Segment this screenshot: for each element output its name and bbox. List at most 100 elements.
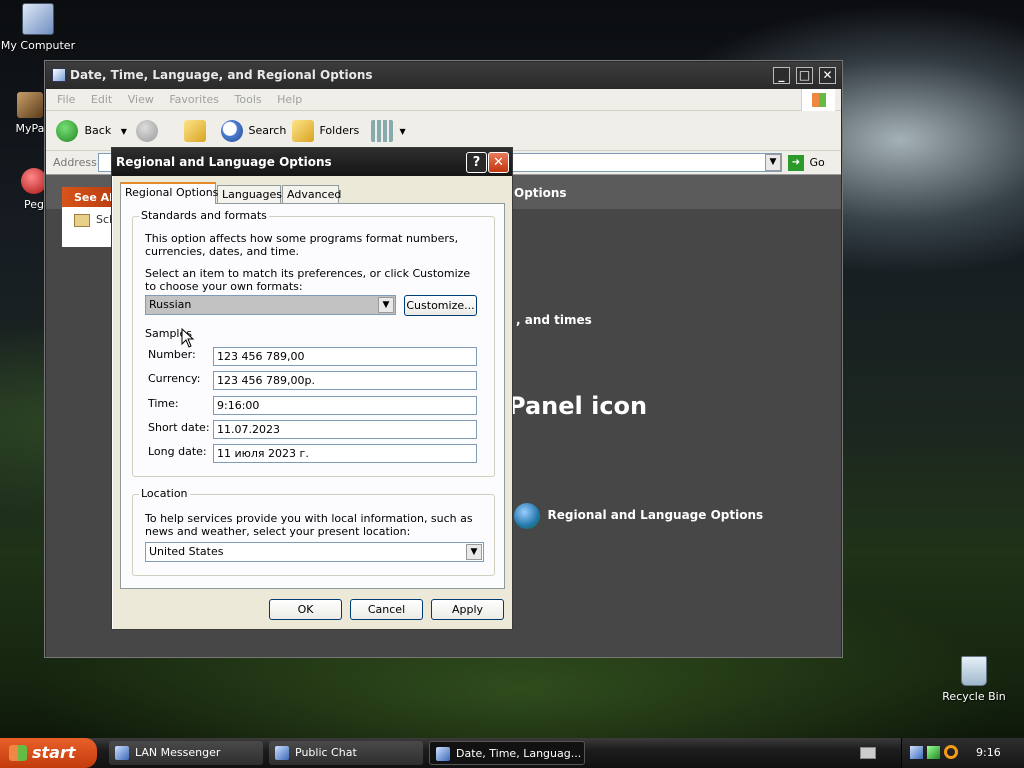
sample-short-date-field: 11.07.2023 [213, 420, 477, 439]
search-label: Search [248, 124, 287, 137]
regional-options-panel: Standards and formats This option affect… [120, 203, 505, 589]
taskbar-item-label: Public Chat [295, 746, 357, 759]
dialog-title-bar[interactable]: Regional and Language Options ? ✕ [112, 148, 512, 176]
chevron-down-icon: ▼ [399, 127, 406, 136]
regional-options-link[interactable]: Regional and Language Options [514, 501, 763, 529]
taskbar-item-label: Date, Time, Languag... [456, 747, 582, 760]
sample-time-label: Time: [148, 397, 179, 410]
format-select[interactable]: Russian ▼ [145, 295, 396, 315]
sample-short-date-label: Short date: [148, 421, 210, 434]
close-window-button[interactable]: ✕ [819, 67, 836, 84]
recycle-tray-icon[interactable] [927, 746, 940, 759]
back-button[interactable]: Back ▼ [56, 119, 127, 143]
panel-icon-heading: Panel icon [508, 392, 648, 420]
taskbar-item-public-chat[interactable]: Public Chat [269, 741, 423, 765]
category-header-text: Options [514, 186, 567, 200]
views-button[interactable]: ▼ [371, 119, 406, 143]
control-panel-icon [52, 68, 66, 82]
network-tray-icon[interactable] [910, 746, 923, 759]
location-group: Location To help services provide you wi… [132, 487, 495, 576]
up-folder-button[interactable] [184, 119, 206, 143]
folders-icon [292, 120, 314, 142]
dialog-title: Regional and Language Options [116, 155, 332, 169]
address-dropdown-icon[interactable]: ▼ [765, 154, 781, 171]
sample-long-date-field: 11 июля 2023 г. [213, 444, 477, 463]
menu-favorites[interactable]: Favorites [163, 89, 225, 106]
customize-button[interactable]: Customize... [404, 295, 477, 316]
minimize-button[interactable]: _ [773, 67, 790, 84]
chevron-down-icon[interactable]: ▼ [466, 544, 482, 560]
location-label: Location [139, 487, 190, 500]
task-link[interactable]: , and times [516, 313, 592, 327]
chevron-down-icon: ▼ [120, 127, 127, 136]
mouse-cursor-icon [181, 328, 195, 348]
desktop-icon-label: Peg [24, 198, 44, 211]
desktop-icon-label: My Computer [0, 39, 76, 52]
close-button[interactable]: ✕ [488, 152, 509, 173]
regional-options-link-label: Regional and Language Options [547, 508, 764, 522]
standards-formats-label: Standards and formats [139, 209, 269, 222]
views-icon [371, 120, 393, 142]
toolbar: Back ▼ Search Folders ▼ [46, 111, 841, 151]
location-description: To help services provide you with local … [145, 512, 473, 538]
start-button[interactable]: start [0, 738, 97, 768]
desktop-icon-recycle-bin[interactable]: Recycle Bin [934, 656, 1014, 703]
location-select[interactable]: United States ▼ [145, 542, 484, 562]
apply-button[interactable]: Apply [431, 599, 504, 620]
go-label: Go [809, 156, 825, 169]
menu-view[interactable]: View [122, 89, 160, 106]
address-label: Address [53, 156, 97, 169]
sample-number-label: Number: [148, 348, 196, 361]
up-folder-icon [184, 120, 206, 142]
desktop-icon-my-computer[interactable]: My Computer [0, 3, 78, 52]
search-tray-icon[interactable] [944, 745, 958, 759]
ok-button[interactable]: OK [269, 599, 342, 620]
menu-help[interactable]: Help [271, 89, 308, 106]
start-label: start [32, 743, 76, 762]
chevron-down-icon[interactable]: ▼ [378, 297, 394, 313]
sample-time-field: 9:16:00 [213, 396, 477, 415]
menu-bar: File Edit View Favorites Tools Help [46, 89, 841, 111]
windows-logo-icon [9, 745, 27, 761]
cancel-button[interactable]: Cancel [350, 599, 423, 620]
menu-tools[interactable]: Tools [229, 89, 268, 106]
menu-file[interactable]: File [51, 89, 81, 106]
sample-number-field: 123 456 789,00 [213, 347, 477, 366]
back-label: Back [84, 124, 112, 137]
desktop-icon-label: MyPa [15, 122, 45, 135]
tab-advanced[interactable]: Advanced [282, 185, 341, 203]
menu-edit[interactable]: Edit [85, 89, 118, 106]
go-arrow-icon: ➜ [788, 155, 804, 171]
maximize-button[interactable]: □ [796, 67, 813, 84]
system-tray: 9:16 [901, 738, 1024, 768]
standards-description: This option affects how some programs fo… [145, 232, 459, 258]
sample-currency-label: Currency: [148, 372, 201, 385]
taskbar-item-date-time[interactable]: Date, Time, Languag... [429, 741, 585, 765]
location-select-value: United States [149, 545, 224, 558]
folders-button[interactable]: Folders [292, 119, 359, 143]
window-title: Date, Time, Language, and Regional Optio… [70, 68, 373, 82]
back-arrow-icon [56, 120, 78, 142]
lan-messenger-icon [115, 746, 129, 760]
desktop-icon-label: Recycle Bin [942, 690, 1006, 703]
window-title-bar[interactable]: Date, Time, Language, and Regional Optio… [46, 62, 841, 89]
sample-long-date-label: Long date: [148, 445, 207, 458]
forward-button[interactable] [136, 119, 158, 143]
search-button[interactable]: Search [221, 119, 286, 143]
app-shortcut-icon [17, 92, 43, 118]
tab-regional-options[interactable]: Regional Options [120, 182, 218, 204]
folders-label: Folders [319, 124, 360, 137]
go-button[interactable]: ➜ Go [788, 153, 832, 172]
clock[interactable]: 9:16 [976, 746, 1001, 759]
regional-language-options-dialog: Regional and Language Options ? ✕ Region… [111, 147, 513, 630]
format-select-value: Russian [149, 298, 192, 311]
taskbar-item-lan-messenger[interactable]: LAN Messenger [109, 741, 263, 765]
keyboard-layout-icon[interactable] [860, 747, 876, 759]
taskbar: start LAN Messenger Public Chat Date, Ti… [0, 738, 1024, 768]
globe-icon [514, 503, 540, 529]
public-chat-icon [275, 746, 289, 760]
tab-languages[interactable]: Languages [217, 185, 282, 203]
scheduled-tasks-icon [74, 214, 90, 227]
search-icon [221, 120, 243, 142]
help-button[interactable]: ? [466, 152, 487, 173]
